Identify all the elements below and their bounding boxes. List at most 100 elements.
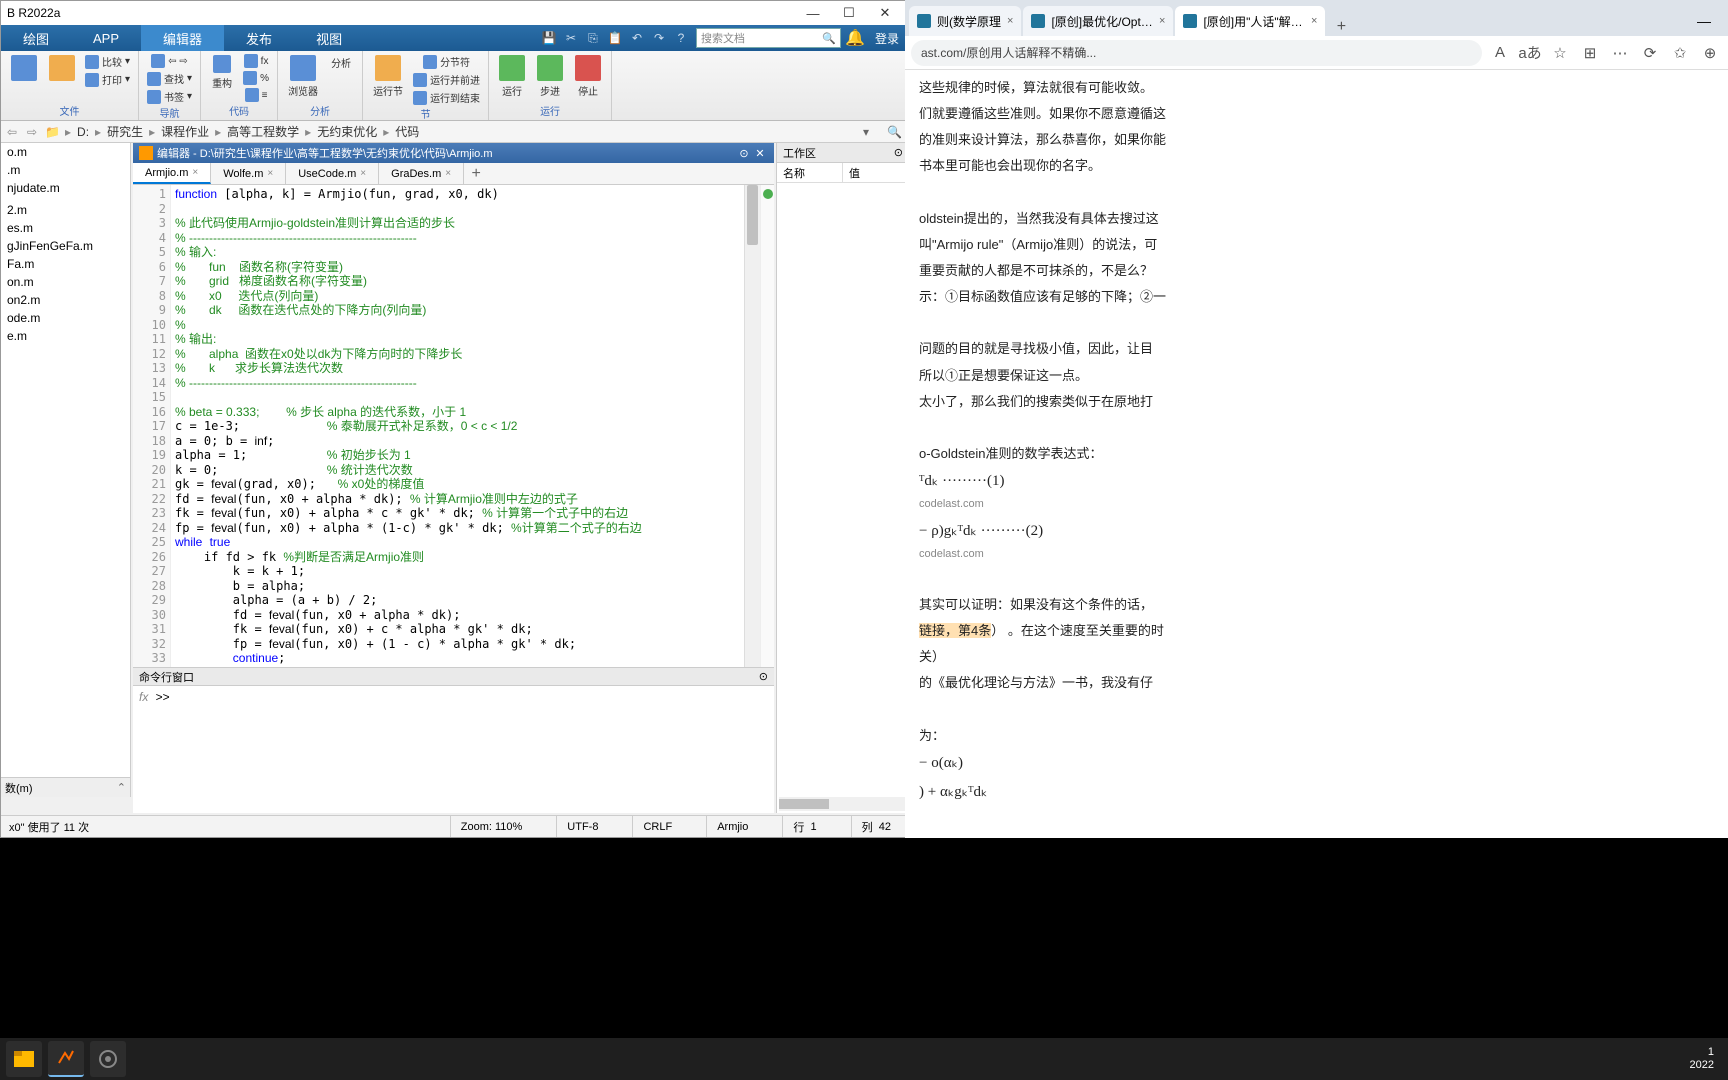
editor-scrollbar[interactable] — [744, 185, 760, 667]
fx-icon[interactable]: fx — [139, 690, 148, 704]
qa-copy-icon[interactable]: ⎘ — [582, 25, 604, 51]
open-button[interactable] — [45, 53, 79, 85]
find-button[interactable]: 查找▾ — [145, 70, 194, 87]
ws-hscroll[interactable] — [779, 797, 907, 811]
tab-close-icon[interactable]: × — [445, 168, 451, 179]
collections-icon[interactable]: ⊞ — [1578, 41, 1602, 65]
scroll-thumb[interactable] — [747, 185, 758, 245]
browser-tab-0[interactable]: 则(数学原理× — [909, 6, 1021, 36]
code-pct-button[interactable]: % — [241, 70, 271, 86]
browser-minimize-button[interactable]: — — [1684, 6, 1724, 36]
addr-dropdown-icon[interactable]: ▾ — [863, 125, 881, 139]
browser-tab-2[interactable]: [原创]用"人话"解释不...× — [1175, 6, 1325, 36]
run-to-end-button[interactable]: 运行到结束 — [411, 89, 482, 106]
file-item[interactable]: e.m — [1, 327, 130, 345]
file-item[interactable]: .m — [1, 161, 130, 179]
file-item[interactable]: es.m — [1, 219, 130, 237]
qa-redo-icon[interactable]: ↷ — [648, 25, 670, 51]
login-button[interactable]: 登录 — [865, 25, 909, 51]
compare-button[interactable]: 比较▾ — [83, 53, 132, 70]
qa-help-icon[interactable]: ? — [670, 25, 692, 51]
bookmark-button[interactable]: 书签▾ — [145, 88, 194, 105]
code-fx-button[interactable]: fx — [241, 53, 271, 69]
toolstrip-tab-editor[interactable]: 编辑器 — [141, 25, 224, 51]
file-item[interactable]: gJinFenGeFa.m — [1, 237, 130, 255]
file-item[interactable]: o.m — [1, 143, 130, 161]
extensions-icon[interactable]: ⋯ — [1608, 41, 1632, 65]
editor-tab-armjio[interactable]: Armjio.m× — [133, 163, 211, 184]
file-item[interactable]: njudate.m — [1, 179, 130, 197]
run-section-button[interactable]: 运行节 — [369, 53, 407, 100]
step-button[interactable]: 步进 — [533, 53, 567, 100]
crumb-2[interactable]: 课程作业 — [161, 123, 209, 140]
tab-close-icon[interactable]: × — [1007, 15, 1013, 27]
crumb-3[interactable]: 高等工程数学 — [227, 123, 299, 140]
back-icon[interactable]: ⇦ — [5, 125, 19, 139]
reader-icon[interactable]: A — [1488, 41, 1512, 65]
new-button[interactable] — [7, 53, 41, 85]
refactor-button[interactable]: 重构 — [207, 53, 237, 92]
new-tab-button[interactable]: + — [1327, 18, 1355, 36]
addr-search-icon[interactable]: 🔍 — [887, 125, 905, 139]
qa-save-icon[interactable]: 💾 — [538, 25, 560, 51]
toolstrip-tab-app[interactable]: APP — [71, 25, 141, 51]
toolstrip-tab-view[interactable]: 视图 — [294, 25, 364, 51]
file-item[interactable]: 2.m — [1, 201, 130, 219]
favorite-icon[interactable]: ☆ — [1548, 41, 1572, 65]
tab-close-icon[interactable]: × — [267, 168, 273, 179]
toolstrip-tab-plot[interactable]: 绘图 — [1, 25, 71, 51]
crumb-5[interactable]: 代码 — [395, 123, 419, 140]
crumb-4[interactable]: 无约束优化 — [317, 123, 377, 140]
doc-search-input[interactable]: 搜索文档🔍 — [696, 28, 841, 48]
minimize-button[interactable]: — — [795, 3, 831, 23]
qa-undo-icon[interactable]: ↶ — [626, 25, 648, 51]
run-advance-button[interactable]: 运行并前进 — [411, 71, 482, 88]
cmd-menu-icon[interactable]: ⊙ — [759, 670, 768, 683]
qa-cut-icon[interactable]: ✂ — [560, 25, 582, 51]
browser-tab-1[interactable]: [原创]最优化/Optimi...× — [1023, 6, 1173, 36]
app-menu-icon[interactable]: ⊕ — [1698, 41, 1722, 65]
tab-close-icon[interactable]: × — [1311, 15, 1317, 27]
editor-tab-wolfe[interactable]: Wolfe.m× — [211, 163, 286, 184]
file-item[interactable]: on.m — [1, 273, 130, 291]
folder-icon[interactable]: 📁 — [45, 125, 59, 139]
editor-tab-grades[interactable]: GraDes.m× — [379, 163, 464, 184]
section-break-button[interactable]: 分节符 — [411, 53, 482, 70]
print-button[interactable]: 打印▾ — [83, 71, 132, 88]
code-pane[interactable]: 1234567891011121314151617181920212223242… — [133, 185, 774, 667]
code-text[interactable]: function [alpha, k] = Armjio(fun, grad, … — [171, 185, 744, 667]
goto-button[interactable]: ⇦ ⇨ — [145, 53, 194, 69]
add-tab-button[interactable]: + — [464, 163, 488, 184]
maximize-button[interactable]: ☐ — [831, 3, 867, 23]
ws-col-value[interactable]: 值 — [843, 163, 909, 182]
file-item[interactable]: Fa.m — [1, 255, 130, 273]
run-button[interactable]: 运行 — [495, 53, 529, 100]
tab-close-icon[interactable]: × — [192, 167, 198, 178]
browser-content[interactable]: 这些规律的时候，算法就很有可能收敛。们就要遵循这些准则。如果你不愿意遵循这的准则… — [905, 70, 1728, 838]
favorites-bar-icon[interactable]: ✩ — [1668, 41, 1692, 65]
ws-menu-icon[interactable]: ⊙ — [894, 146, 903, 159]
notifications-icon[interactable]: 🔔 — [845, 25, 865, 51]
editor-tab-usecode[interactable]: UseCode.m× — [286, 163, 379, 184]
chevron-up-icon[interactable]: ⌃ — [117, 781, 126, 794]
editor-dock-icon[interactable]: ⊙ — [736, 147, 752, 160]
editor-close-icon[interactable]: ✕ — [752, 147, 768, 160]
obs-icon[interactable] — [90, 1041, 126, 1077]
system-clock[interactable]: 1 2022 — [1682, 1046, 1722, 1072]
stop-button[interactable]: 停止 — [571, 53, 605, 100]
refresh-icon[interactable]: ⟳ — [1638, 41, 1662, 65]
command-body[interactable]: fx >> — [133, 686, 774, 813]
ws-col-name[interactable]: 名称 — [777, 163, 843, 182]
crumb-d[interactable]: D: — [77, 125, 89, 139]
fwd-icon[interactable]: ⇨ — [25, 125, 39, 139]
code-indent-button[interactable]: ≡ — [241, 87, 271, 103]
url-bar[interactable]: ast.com/原创用人话解释不精确... — [911, 40, 1482, 66]
close-button[interactable]: ✕ — [867, 3, 903, 23]
toolstrip-tab-publish[interactable]: 发布 — [224, 25, 294, 51]
analyze-button[interactable]: 分析 — [326, 53, 356, 72]
browser-button[interactable]: 浏览器 — [284, 53, 322, 100]
ws-hscroll-thumb[interactable] — [779, 799, 829, 809]
qa-paste-icon[interactable]: 📋 — [604, 25, 626, 51]
translate-icon[interactable]: aあ — [1518, 41, 1542, 65]
crumb-1[interactable]: 研究生 — [107, 123, 143, 140]
